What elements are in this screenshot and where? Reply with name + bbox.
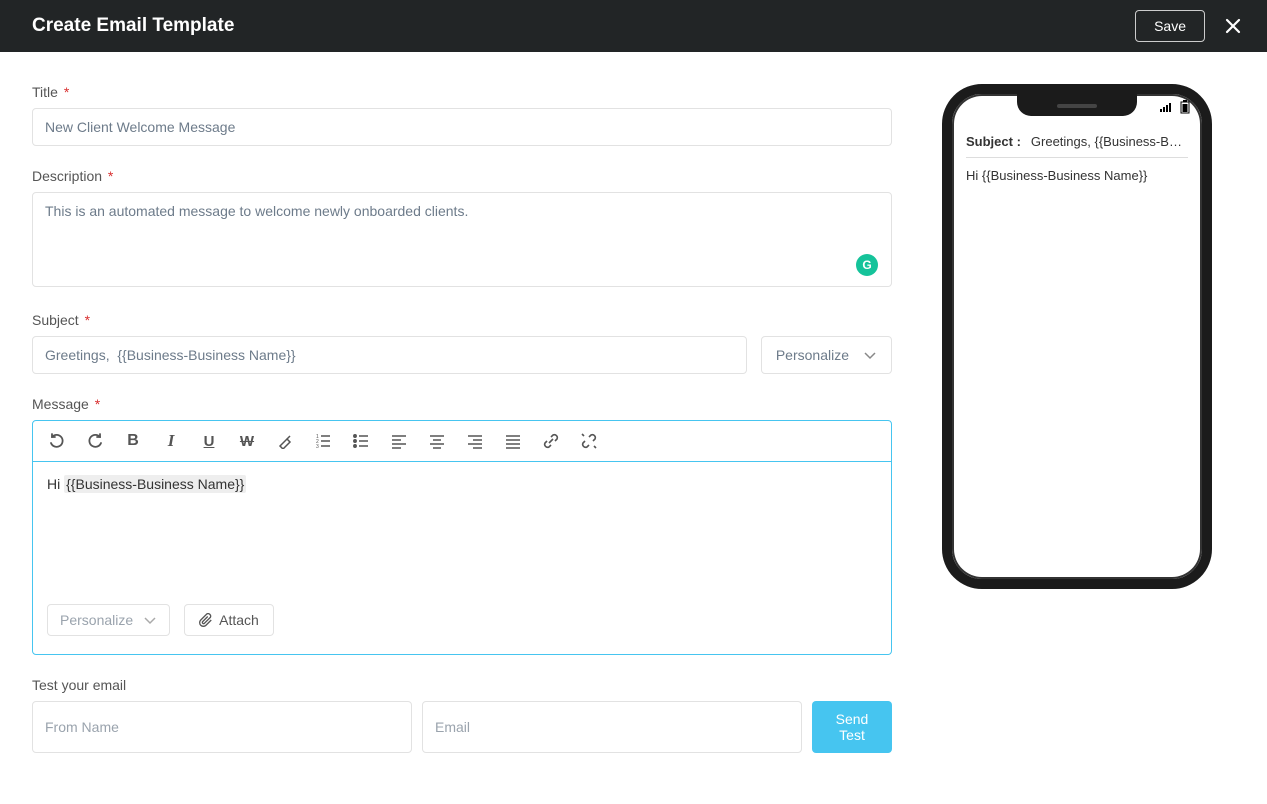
title-label: Title * bbox=[32, 84, 892, 100]
subject-label: Subject * bbox=[32, 312, 892, 328]
editor-text: Hi bbox=[47, 476, 64, 492]
subject-input[interactable] bbox=[32, 336, 747, 374]
message-editor: B I U W 123 Hi {{Business-Business Name}… bbox=[32, 420, 892, 655]
personalize-dropdown-small[interactable]: Personalize bbox=[47, 604, 170, 636]
preview-subject-value: Greetings, {{Business-Busines… bbox=[1031, 134, 1188, 149]
phone-preview: Subject : Greetings, {{Business-Busines…… bbox=[942, 84, 1212, 589]
svg-text:3: 3 bbox=[316, 444, 319, 449]
description-label: Description * bbox=[32, 168, 892, 184]
chevron-down-icon bbox=[143, 613, 157, 627]
preview-column: Subject : Greetings, {{Business-Busines…… bbox=[942, 84, 1212, 589]
phone-notch bbox=[1017, 94, 1137, 116]
title-input[interactable] bbox=[32, 108, 892, 146]
undo-icon[interactable] bbox=[47, 431, 67, 451]
close-icon[interactable] bbox=[1223, 16, 1243, 36]
test-label: Test your email bbox=[32, 677, 892, 693]
personalize-dropdown[interactable]: Personalize bbox=[761, 336, 892, 374]
signal-icon bbox=[1160, 102, 1174, 112]
personalize-label: Personalize bbox=[776, 347, 849, 363]
italic-icon[interactable]: I bbox=[161, 431, 181, 451]
redo-icon[interactable] bbox=[85, 431, 105, 451]
editor-footer: Personalize Attach bbox=[33, 592, 891, 654]
header-actions: Save bbox=[1135, 10, 1243, 42]
preview-body: Hi {{Business-Business Name}} bbox=[966, 168, 1188, 183]
ordered-list-icon[interactable]: 123 bbox=[313, 431, 333, 451]
align-justify-icon[interactable] bbox=[503, 431, 523, 451]
description-input[interactable] bbox=[32, 192, 892, 287]
subject-row: Personalize bbox=[32, 336, 892, 374]
paperclip-icon bbox=[199, 613, 213, 627]
link-icon[interactable] bbox=[541, 431, 561, 451]
editor-toolbar: B I U W 123 bbox=[33, 421, 891, 462]
send-test-button[interactable]: Send Test bbox=[812, 701, 892, 753]
battery-icon bbox=[1180, 100, 1190, 114]
underline-icon[interactable]: U bbox=[199, 431, 219, 451]
attach-button[interactable]: Attach bbox=[184, 604, 274, 636]
unordered-list-icon[interactable] bbox=[351, 431, 371, 451]
merge-token: {{Business-Business Name}} bbox=[64, 475, 246, 493]
modal-header: Create Email Template Save bbox=[0, 0, 1267, 52]
grammarly-icon[interactable]: G bbox=[856, 254, 878, 276]
preview-subject-row: Subject : Greetings, {{Business-Busines… bbox=[966, 134, 1188, 158]
message-label: Message * bbox=[32, 396, 892, 412]
align-right-icon[interactable] bbox=[465, 431, 485, 451]
chevron-down-icon bbox=[863, 348, 877, 362]
clear-format-icon[interactable] bbox=[275, 431, 295, 451]
align-center-icon[interactable] bbox=[427, 431, 447, 451]
test-row: Send Test bbox=[32, 701, 892, 753]
page-body: Title * Description * G Subject * Person… bbox=[0, 52, 1267, 785]
strikethrough-icon[interactable]: W bbox=[237, 431, 257, 451]
description-wrapper: G bbox=[32, 192, 892, 290]
email-input[interactable] bbox=[422, 701, 802, 753]
align-left-icon[interactable] bbox=[389, 431, 409, 451]
unlink-icon[interactable] bbox=[579, 431, 599, 451]
from-name-input[interactable] bbox=[32, 701, 412, 753]
preview-subject-label: Subject : bbox=[966, 134, 1021, 149]
bold-icon[interactable]: B bbox=[123, 431, 143, 451]
phone-status-icons bbox=[1160, 100, 1190, 114]
save-button[interactable]: Save bbox=[1135, 10, 1205, 42]
form-column: Title * Description * G Subject * Person… bbox=[32, 84, 892, 753]
editor-body[interactable]: Hi {{Business-Business Name}} bbox=[33, 462, 891, 592]
page-title: Create Email Template bbox=[32, 15, 234, 37]
